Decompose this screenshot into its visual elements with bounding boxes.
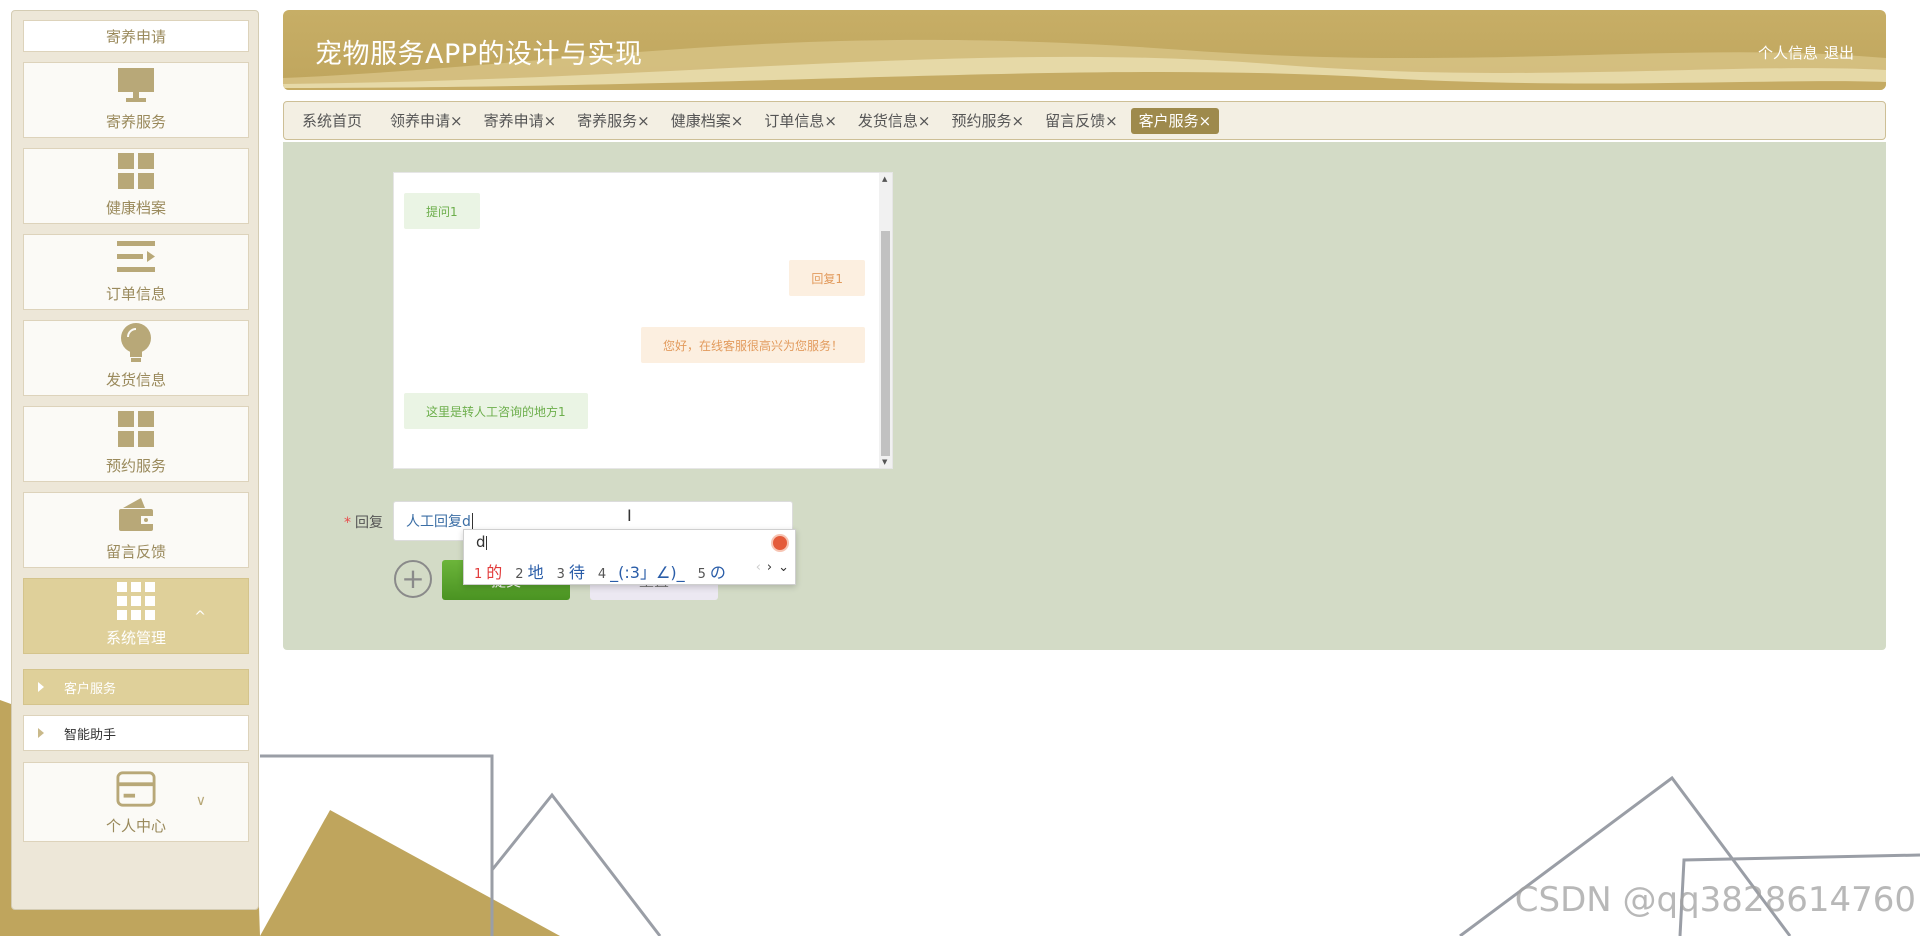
ime-composition: d (476, 533, 486, 551)
sidebar-item-label: 寄养服务 (105, 113, 166, 131)
sidebar-item-health-records[interactable]: 健康档案 (23, 148, 249, 224)
sidebar-subitem-label: 客户服务 (64, 681, 117, 697)
sidebar-item-appointment[interactable]: 预约服务 (23, 406, 249, 482)
ime-caret (486, 536, 487, 550)
scrollbar-thumb[interactable] (881, 231, 890, 456)
grid-icon (116, 409, 156, 449)
sidebar-item-label: 系统管理 (105, 629, 166, 647)
triangle-right-icon (38, 682, 44, 692)
sidebar-item-label: 预约服务 (105, 457, 166, 475)
sidebar-item-feedback[interactable]: 留言反馈 (23, 492, 249, 568)
tab-order-info[interactable]: 订单信息× (756, 108, 845, 134)
ime-candidate[interactable]: 5の (698, 559, 726, 583)
card-icon (116, 769, 156, 809)
sidebar-subitem-customer-service[interactable]: 客户服务 (23, 669, 249, 705)
sidebar-item-order-info[interactable]: 订单信息 (23, 234, 249, 310)
ime-candidate[interactable]: 4 _(:3」∠)_ (598, 559, 685, 583)
sidebar-item-foster-apply[interactable]: 寄养申请 (23, 20, 249, 52)
chevron-down-icon: ∨ (195, 793, 206, 809)
ibeam-cursor-icon: I (627, 506, 632, 525)
chat-history[interactable]: 提问1 回复1 您好，在线客服很高兴为您服务！ 这里是转人工咨询的地方1 ▲ ▼ (393, 172, 893, 469)
sidebar-subitem-smart-assistant[interactable]: 智能助手 (23, 715, 249, 751)
profile-link[interactable]: 个人信息 (1758, 42, 1818, 63)
ime-candidate[interactable]: 2地 (515, 559, 543, 583)
ime-candidate[interactable]: 1的 (474, 559, 502, 583)
ime-candidate-list: 1的 2地 3待 4 _(:3」∠)_ 5の (474, 559, 739, 583)
plus-circle-icon[interactable]: + (394, 560, 432, 598)
tab-adoption-apply[interactable]: 领养申请× (382, 108, 471, 134)
sidebar-item-label: 健康档案 (105, 199, 166, 217)
wallet-icon (116, 495, 156, 535)
sidebar-subitem-label: 智能助手 (64, 727, 117, 743)
tab-foster-service[interactable]: 寄养服务× (569, 108, 658, 134)
chat-message-right: 回复1 (789, 260, 865, 296)
ime-prev-page-icon[interactable]: ‹ (756, 560, 761, 575)
tab-foster-apply[interactable]: 寄养申请× (476, 108, 565, 134)
sidebar-item-personal-center[interactable]: 个人中心 ∨ (23, 762, 249, 842)
ime-next-page-icon[interactable]: › (767, 560, 772, 575)
logout-link[interactable]: 退出 (1824, 42, 1854, 63)
reply-label-text: 回复 (355, 515, 383, 531)
sidebar: 寄养申请 寄养服务 健康档案 订单信息 发货信息 预约服务 留言反馈 系统管理 … (11, 10, 259, 910)
tab-feedback[interactable]: 留言反馈× (1037, 108, 1126, 134)
tab-health-records[interactable]: 健康档案× (663, 108, 752, 134)
tab-home[interactable]: 系统首页 (302, 108, 370, 134)
reply-input-value: 人工回复d (406, 514, 471, 530)
sidebar-item-label: 订单信息 (105, 285, 166, 303)
scroll-up-arrow-icon[interactable]: ▲ (882, 175, 887, 183)
chat-message-right: 您好，在线客服很高兴为您服务！ (640, 327, 865, 363)
watermark: CSDN @qq3828614760 (1514, 880, 1916, 920)
reply-label: * 回复 (344, 512, 383, 532)
header-links: 个人信息 退出 (1758, 42, 1854, 63)
bulb-icon (116, 323, 156, 363)
required-mark: * (344, 515, 351, 531)
monitor-icon (116, 65, 156, 105)
sidebar-item-label: 留言反馈 (105, 543, 166, 561)
sidebar-item-system-management[interactable]: 系统管理 ^ (23, 578, 249, 654)
ime-candidate[interactable]: 3待 (557, 559, 585, 583)
chevron-up-icon: ^ (194, 609, 206, 625)
triangle-right-icon (38, 728, 44, 738)
list-icon (116, 237, 156, 277)
tab-shipping-info[interactable]: 发货信息× (850, 108, 939, 134)
tab-customer-service[interactable]: 客户服务× (1130, 107, 1220, 134)
ime-candidate-popup: d 1的 2地 3待 4 _(:3」∠)_ 5の ‹ › ⌄ (463, 529, 796, 585)
chat-message-left: 提问1 (404, 193, 480, 229)
sidebar-item-shipping-info[interactable]: 发货信息 (23, 320, 249, 396)
ime-nav: ‹ › ⌄ (756, 560, 789, 575)
app-title: 宠物服务APP的设计与实现 (315, 39, 643, 70)
sidebar-item-label: 个人中心 (105, 817, 166, 835)
grid-icon (116, 151, 156, 191)
sidebar-item-foster-service[interactable]: 寄养服务 (23, 62, 249, 138)
app-header: 宠物服务APP的设计与实现 个人信息 退出 (283, 10, 1886, 90)
apps-icon (116, 581, 156, 621)
tab-bar: 系统首页 领养申请× 寄养申请× 寄养服务× 健康档案× 订单信息× 发货信息×… (283, 101, 1886, 140)
ime-logo-icon[interactable] (771, 534, 789, 552)
sidebar-item-label: 发货信息 (105, 371, 166, 389)
tab-appointment[interactable]: 预约服务× (943, 108, 1032, 134)
scroll-down-arrow-icon[interactable]: ▼ (882, 458, 887, 466)
chat-message-left: 这里是转人工咨询的地方1 (404, 393, 588, 429)
ime-expand-icon[interactable]: ⌄ (778, 560, 789, 575)
chat-scrollbar[interactable]: ▲ ▼ (879, 173, 892, 468)
text-caret (471, 513, 473, 529)
